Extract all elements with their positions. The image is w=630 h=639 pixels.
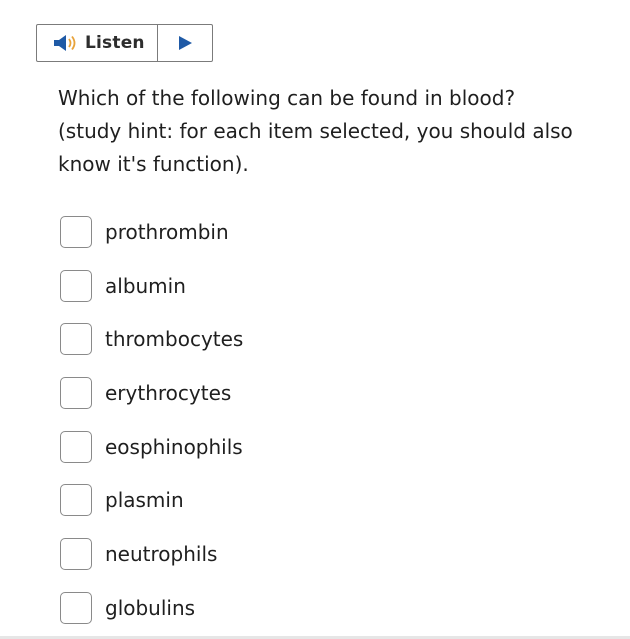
checkbox[interactable] [60,269,92,302]
option-label: prothrombin [105,220,229,244]
listen-widget: Listen [36,24,213,62]
option-erythrocytes[interactable]: erythrocytes [60,375,460,411]
play-button[interactable] [158,25,212,61]
option-label: erythrocytes [105,381,232,406]
checkbox[interactable] [60,591,92,624]
question-prompt: Which of the following can be found in b… [58,86,516,110]
checkbox[interactable] [60,216,92,248]
checkbox[interactable] [60,484,92,517]
option-label: thrombocytes [105,327,244,352]
listen-button[interactable]: Listen [37,25,158,61]
question-hint: (study hint: for each item selected, you… [58,119,573,176]
quiz-page: Listen Which of the following can be fou… [0,0,630,639]
option-label: neutrophils [105,542,218,567]
option-prothrombin[interactable]: prothrombin [60,214,460,250]
cut-off-text-fragment [30,0,310,2]
play-icon [179,36,192,50]
option-thrombocytes[interactable]: thrombocytes [60,321,460,357]
option-label: plasmin [105,488,184,513]
checkbox[interactable] [60,538,92,571]
option-label: eosphinophils [105,434,243,459]
option-globulins[interactable]: globulins [60,590,460,626]
option-label: albumin [105,273,186,298]
listen-label: Listen [85,33,145,53]
option-label: globulins [105,595,196,620]
checkbox[interactable] [60,377,92,410]
option-neutrophils[interactable]: neutrophils [60,536,460,572]
option-albumin[interactable]: albumin [60,268,460,304]
checkbox[interactable] [60,430,92,463]
option-eosphinophils[interactable]: eosphinophils [60,429,460,465]
option-plasmin[interactable]: plasmin [60,482,460,518]
question-text: Which of the following can be found in b… [58,82,618,181]
checkbox[interactable] [60,323,92,356]
speaker-icon [54,35,76,51]
answer-options: prothrombin albumin thrombocytes erythro… [60,214,460,639]
